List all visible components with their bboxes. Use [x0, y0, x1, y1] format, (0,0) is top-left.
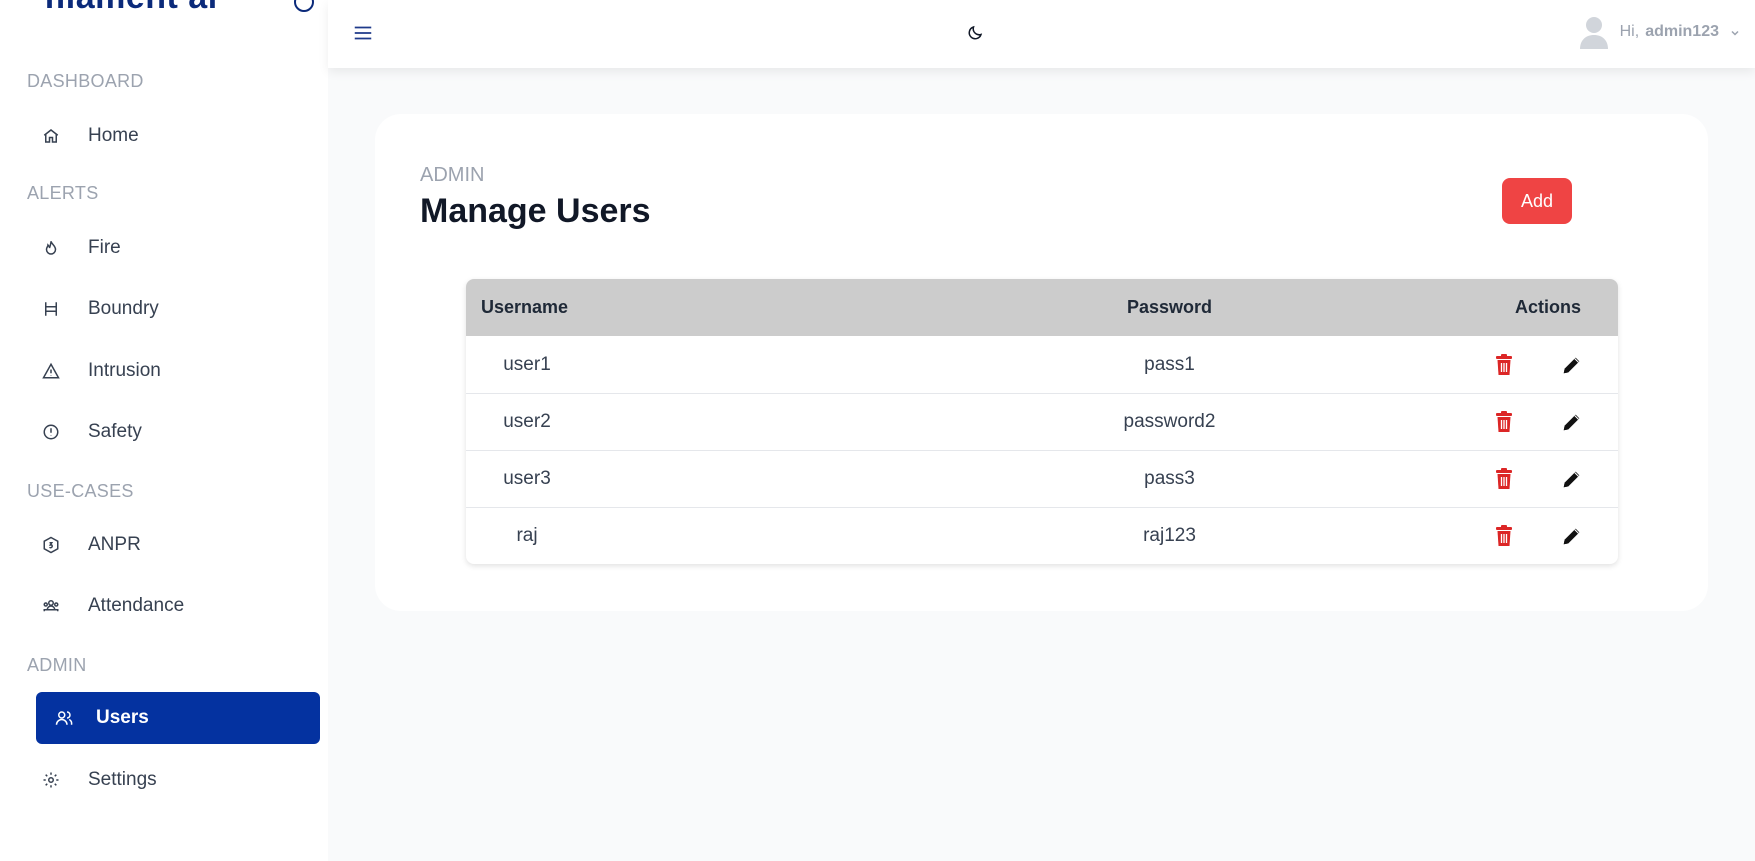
- section-label-alerts: ALERTS: [27, 183, 99, 203]
- sidebar-item-safety[interactable]: Safety: [36, 406, 320, 458]
- cell-username: user3: [466, 468, 966, 490]
- home-icon: [41, 126, 61, 146]
- page-title: Manage Users: [420, 192, 651, 230]
- username-value: raj: [516, 525, 538, 546]
- cell-password: pass1: [1144, 353, 1195, 375]
- delete-trash-icon[interactable]: [1492, 410, 1516, 434]
- cell-username: user1: [466, 354, 966, 376]
- username-value: user3: [503, 468, 551, 489]
- sidebar-item-label: Attendance: [88, 595, 185, 616]
- cell-password: password2: [1123, 411, 1216, 432]
- users-icon: [54, 708, 74, 728]
- cell-username: raj: [466, 525, 966, 547]
- table-row: user2 password2: [466, 393, 1618, 450]
- avatar-icon: [1578, 15, 1610, 49]
- sidebar-item-label: Users: [96, 707, 149, 728]
- warning-triangle-icon: [41, 361, 61, 381]
- sidebar-item-label: Home: [88, 125, 139, 146]
- sidebar-item-label: Safety: [88, 421, 142, 442]
- chevron-down-icon: [1729, 26, 1741, 38]
- cell-actions: [1373, 524, 1618, 548]
- sidebar-item-anpr[interactable]: ANPR: [36, 519, 320, 571]
- sidebar-item-fire[interactable]: Fire: [36, 222, 320, 274]
- cell-actions: [1373, 353, 1618, 377]
- group-icon: [41, 596, 61, 616]
- cell-actions: [1373, 410, 1618, 434]
- edit-pencil-icon[interactable]: [1560, 353, 1584, 377]
- edit-pencil-icon[interactable]: [1560, 467, 1584, 491]
- table-row: user3 pass3: [466, 450, 1618, 507]
- cell-password: raj123: [1143, 525, 1196, 546]
- username-value: user2: [503, 411, 551, 432]
- sidebar-item-label: Settings: [88, 769, 157, 790]
- edit-pencil-icon[interactable]: [1560, 410, 1584, 434]
- topbar: Hi, admin123: [328, 0, 1755, 68]
- column-header-actions: Actions: [1514, 297, 1581, 317]
- username-value: user1: [503, 353, 551, 375]
- sidebar-item-label: Intrusion: [88, 360, 161, 381]
- delete-trash-icon[interactable]: [1492, 467, 1516, 491]
- hexagon-number-icon: [41, 535, 61, 555]
- manage-users-card: ADMIN Manage Users Add Username Password…: [375, 114, 1708, 611]
- user-menu[interactable]: Hi, admin123: [1578, 14, 1741, 50]
- table-row: raj raj123: [466, 507, 1618, 564]
- column-header-username: Username: [481, 297, 569, 317]
- users-table: Username Password Actions user1 pass1 user…: [466, 279, 1618, 564]
- delete-trash-icon[interactable]: [1492, 524, 1516, 548]
- brand-logo[interactable]: filament ai: [44, 0, 218, 17]
- delete-trash-icon[interactable]: [1492, 353, 1516, 377]
- alert-circle-icon: [41, 422, 61, 442]
- sidebar-item-intrusion[interactable]: Intrusion: [36, 345, 320, 397]
- sidebar-item-label: Boundry: [88, 298, 159, 319]
- sidebar-item-users[interactable]: Users: [36, 692, 320, 744]
- hamburger-menu-icon[interactable]: [352, 22, 374, 44]
- greeting-text: Hi,: [1619, 23, 1640, 40]
- cell-password: pass3: [1144, 468, 1195, 489]
- fence-icon: [41, 299, 61, 319]
- cell-actions: [1373, 467, 1618, 491]
- table-body: user1 pass1 user2 password2 user3 pass3 raj raj…: [466, 336, 1618, 564]
- column-header-password: Password: [1126, 297, 1213, 317]
- sidebar-item-label: Fire: [88, 237, 121, 258]
- breadcrumb: ADMIN: [420, 164, 485, 186]
- sidebar-item-attendance[interactable]: Attendance: [36, 580, 320, 632]
- username-text: admin123: [1645, 23, 1719, 40]
- table-header: Username Password Actions: [466, 279, 1618, 336]
- flame-icon: [41, 238, 61, 258]
- add-user-button[interactable]: Add: [1502, 178, 1572, 224]
- dark-mode-moon-icon[interactable]: [966, 24, 986, 44]
- section-label-usecases: USE-CASES: [27, 481, 134, 501]
- edit-pencil-icon[interactable]: [1560, 524, 1584, 548]
- sidebar-item-label: ANPR: [88, 534, 141, 555]
- sidebar-item-boundry[interactable]: Boundry: [36, 283, 320, 335]
- sidebar: filament ai DASHBOARD Home ALERTS Fire B…: [0, 0, 328, 861]
- section-label-admin: ADMIN: [27, 655, 87, 675]
- section-label-dashboard: DASHBOARD: [27, 71, 144, 91]
- sidebar-item-settings[interactable]: Settings: [36, 754, 320, 806]
- sidebar-item-home[interactable]: Home: [36, 110, 320, 162]
- cell-username: user2: [466, 411, 966, 433]
- app-root: filament ai DASHBOARD Home ALERTS Fire B…: [0, 0, 1755, 861]
- table-row: user1 pass1: [466, 336, 1618, 393]
- gear-icon: [41, 770, 61, 790]
- brand-badge-icon: [294, 0, 314, 12]
